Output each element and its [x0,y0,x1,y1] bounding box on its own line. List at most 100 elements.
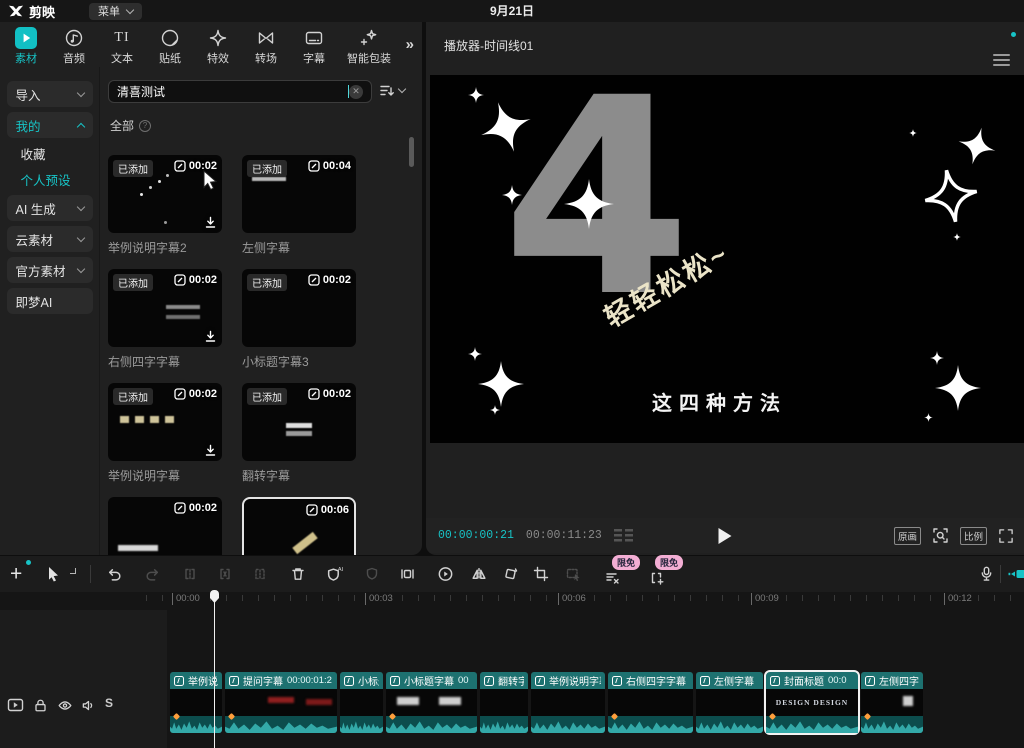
duration-badge: 00:02 [174,502,217,514]
ribbon-expand-button[interactable]: » [406,36,412,53]
sparkle-icon [930,351,944,365]
clip-waveform [480,716,528,733]
sidebar-item-5[interactable]: 云素材 [7,226,93,252]
clear-search-icon[interactable]: ✕ [349,85,363,99]
timeline-clip[interactable]: 提问字幕 00:00:01:2 [225,672,337,733]
eye-icon[interactable] [57,698,73,713]
recognize-subtitle-button[interactable] [604,570,621,586]
library-item[interactable]: 已添加 00:04 左侧字幕 [242,155,356,256]
compare-icon[interactable] [614,529,633,543]
timeline-clip[interactable]: 小标题字幕 00 [386,672,477,733]
select-range-button[interactable] [565,566,582,582]
duration-badge: 00:02 [308,274,351,286]
timeline-ruler[interactable]: 00:0000:0300:0600:0900:12 [0,592,1024,610]
redo-button[interactable] [144,566,161,583]
help-icon[interactable]: ? [139,120,151,132]
download-icon[interactable] [204,444,217,457]
library-item[interactable]: 已添加 00:02 举例说明字幕 [108,383,222,484]
filter-all[interactable]: 全部 [110,117,134,134]
download-icon[interactable] [204,330,217,343]
undo-button[interactable] [106,566,123,583]
library-item[interactable]: 00:06 [242,497,356,555]
speaker-icon[interactable] [81,698,96,713]
timeline-clip[interactable]: 右侧四字字幕 [608,672,693,733]
tab-sticker[interactable]: 贴纸 [146,25,194,67]
sparkle-icon [468,87,484,103]
scrollbar[interactable] [409,137,414,167]
template-icon [174,502,186,514]
lock-icon[interactable] [33,698,48,713]
library-item-thumbnail[interactable]: 已添加 00:02 [108,269,222,347]
mirror-button[interactable] [470,566,488,583]
original-quality-button[interactable]: 原画 [894,527,921,545]
library-item-thumbnail[interactable]: 已添加 00:02 [242,383,356,461]
solo-track-button[interactable]: S [105,696,113,710]
clip-duration: 00 [458,675,469,686]
timeline-clip[interactable]: 举例说明字幕 [531,672,605,733]
library-item-thumbnail[interactable]: 已添加 00:02 [242,269,356,347]
timeline-clip[interactable]: 左侧四字字幕 [861,672,923,733]
track-head-icon[interactable] [7,698,24,712]
library-item-thumbnail[interactable]: 00:06 [242,497,356,555]
library-item[interactable]: 已添加 00:02 右侧四字字幕 [108,269,222,370]
sidebar-item-0[interactable]: 导入 [7,81,93,107]
select-tool-button[interactable] [46,566,61,582]
reverse-button[interactable] [437,566,454,583]
aspect-ratio-button[interactable]: 比例 [960,527,987,545]
play-button[interactable] [719,528,732,544]
tab-effects[interactable]: 特效 [194,25,242,67]
delete-left-button[interactable] [217,566,233,582]
delete-right-button[interactable] [252,566,268,582]
tab-captions[interactable]: 字幕 [290,25,338,67]
library-item[interactable]: 已添加 00:02 小标题字幕3 [242,269,356,370]
split-button[interactable] [182,566,198,582]
timeline-clip[interactable]: 封面标题 00:0 DESIGN DESIGN [766,672,858,733]
sidebar-item-7[interactable]: 即梦AI [7,288,93,314]
tab-audio[interactable]: 音频 [50,25,98,67]
subtitle-clip-icon [174,676,184,686]
library-item-thumbnail[interactable]: 已添加 00:04 [242,155,356,233]
library-item-thumbnail[interactable]: 已添加 00:02 [108,155,222,233]
record-voiceover-button[interactable] [978,565,995,583]
tab-text[interactable]: TI 文本 [98,25,146,67]
sidebar-item-2[interactable]: 收藏 [7,143,93,164]
tab-transitions[interactable]: 转场 [242,25,290,67]
library-item[interactable]: 已添加 00:02 举例说明字幕2 [108,155,222,256]
mask-button[interactable] [364,566,380,582]
search-input[interactable] [117,85,414,99]
sidebar-item-1[interactable]: 我的 [7,112,93,138]
library-item-thumbnail[interactable]: 00:02 [108,497,222,555]
menu-button[interactable]: 菜单 [89,3,142,20]
tab-smart-package[interactable]: 智能包装 [338,25,400,67]
download-icon[interactable] [204,216,217,229]
library-item[interactable]: 已添加 00:02 翻转字幕 [242,383,356,484]
search-box[interactable]: ✕ [108,80,372,103]
smart-keying-button[interactable]: AI [326,566,343,583]
library-item[interactable]: 00:02 [108,497,222,555]
recognize-lyrics-button[interactable] [648,570,665,586]
sidebar-item-4[interactable]: AI 生成 [7,195,93,221]
sidebar-item-3[interactable]: 个人预设 [7,169,93,190]
library-grid: 已添加 00:02 举例说明字幕2 已添加 00:04 [108,155,408,555]
timeline-clip[interactable]: 翻转字幕 [480,672,528,733]
delete-button[interactable] [290,566,306,583]
rotate-button[interactable] [502,566,519,583]
crop-button[interactable] [533,566,549,582]
library-item-thumbnail[interactable]: 已添加 00:02 [108,383,222,461]
preview-zoom-icon[interactable] [932,527,949,544]
sort-control[interactable] [380,84,405,97]
add-media-button[interactable]: + [10,564,22,585]
subtitle-clip-icon [535,676,545,686]
tab-media[interactable]: 素材 [2,25,50,67]
playhead[interactable] [210,590,219,603]
timeline-clip[interactable]: 小标题字幕 [340,672,383,733]
freeze-frame-button[interactable] [399,566,416,582]
timeline-clip[interactable]: 左侧字幕 [696,672,763,733]
select-tool-dropdown-icon[interactable] [70,568,76,574]
sidebar-item-6[interactable]: 官方素材 [7,257,93,283]
video-preview: 4 轻轻松松~ 这四种方法 [430,75,1024,443]
magnetic-toggle-icon[interactable] [1008,566,1024,582]
player-menu-icon[interactable] [993,54,1010,66]
fullscreen-icon[interactable] [998,528,1014,544]
added-badge: 已添加 [113,388,153,405]
